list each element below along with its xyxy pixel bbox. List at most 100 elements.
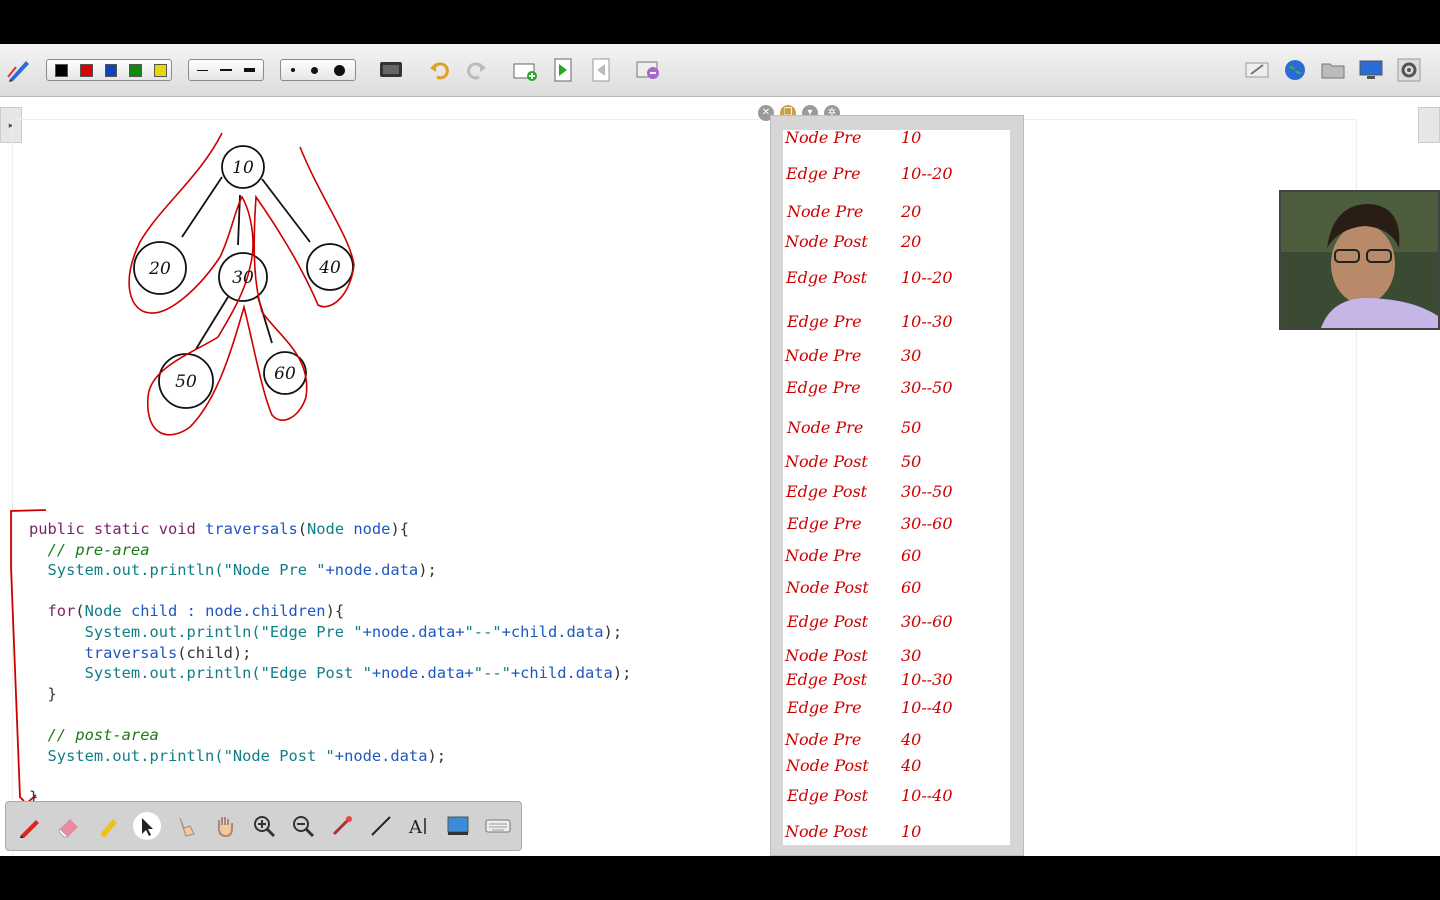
text-tool-icon[interactable]: A (406, 812, 434, 840)
next-page-icon[interactable] (550, 57, 576, 83)
pen-icon[interactable] (16, 812, 44, 840)
code-line: } (29, 684, 57, 703)
note-label: Node Post (786, 578, 869, 597)
note-label: Node Post (785, 822, 868, 841)
note-value: 40 (901, 756, 922, 775)
note-label: Node Pre (785, 730, 862, 749)
note-label: Edge Post (787, 786, 869, 805)
color-swatch[interactable] (154, 63, 167, 77)
color-swatch[interactable] (79, 63, 93, 77)
display-icon[interactable] (1358, 57, 1384, 83)
tree-node-label: 10 (232, 158, 254, 178)
dot-size-option[interactable] (291, 68, 295, 72)
note-label: Edge Post (786, 670, 868, 689)
note-value: 30--50 (901, 378, 953, 397)
previous-page-icon[interactable] (588, 57, 614, 83)
note-label: Node Pre (785, 346, 862, 365)
note-label: Node Pre (787, 418, 864, 437)
eraser-icon[interactable] (55, 812, 83, 840)
webcam-video (1279, 190, 1440, 330)
note-value: 60 (901, 578, 922, 597)
note-value: 10--40 (901, 698, 953, 717)
line-width-picker (188, 59, 264, 81)
code-line: System.out.println("Edge Post "+node.dat… (29, 664, 632, 683)
note-label: Edge Pre (786, 378, 861, 397)
zoom-out-icon[interactable] (289, 812, 317, 840)
top-toolbar (0, 44, 1440, 97)
pan-hand-icon[interactable] (211, 812, 239, 840)
edit-icon[interactable] (1244, 57, 1270, 83)
notes-panel: Node Pre 10 Edge Pre 10--20 Node Pre 20 Node P… (770, 115, 1024, 856)
keyboard-icon[interactable] (484, 812, 512, 840)
note-value: 30--60 (901, 514, 953, 533)
notes-page[interactable]: Node Pre 10 Edge Pre 10--20 Node Pre 20 Node P… (783, 128, 1010, 845)
note-label: Edge Post (786, 482, 868, 501)
dot-size-option[interactable] (334, 64, 345, 76)
dot-size-option[interactable] (311, 66, 318, 74)
note-value: 60 (901, 546, 922, 565)
note-value: 40 (901, 730, 922, 749)
note-value: 10--20 (901, 268, 953, 287)
bottom-toolbar: A (5, 801, 522, 851)
top-letterbox (0, 0, 1440, 44)
redo-icon[interactable] (464, 57, 490, 83)
bottom-letterbox (0, 856, 1440, 900)
note-value: 50 (901, 418, 922, 437)
select-arrow-icon[interactable] (133, 812, 161, 840)
code-line: for(Node child : node.children){ (29, 602, 345, 621)
color-swatch[interactable] (104, 63, 118, 77)
note-label: Edge Post (786, 268, 868, 287)
code-line: System.out.println("Node Pre "+node.data… (29, 561, 437, 580)
add-page-icon[interactable] (512, 57, 538, 83)
laser-pointer-icon[interactable] (328, 812, 356, 840)
note-label: Edge Pre (787, 312, 862, 331)
note-label: Node Post (785, 452, 868, 471)
presenter-video (1281, 192, 1438, 328)
note-label: Node Pre (787, 202, 864, 221)
note-value: 10--30 (901, 312, 953, 331)
color-swatch[interactable] (55, 63, 68, 77)
note-label: Node Pre (785, 128, 862, 147)
note-value: 30--50 (901, 482, 953, 501)
tree-node-label: 30 (232, 268, 254, 288)
settings-icon[interactable] (1396, 57, 1422, 83)
note-value: 30 (901, 646, 922, 665)
right-page-tab[interactable] (1418, 107, 1440, 143)
screen-capture-icon[interactable] (378, 57, 404, 83)
note-label: Node Post (786, 756, 869, 775)
code-block: public static void traversals(Node node)… (29, 519, 631, 807)
folder-icon[interactable] (1320, 57, 1346, 83)
line-width-option[interactable] (197, 69, 209, 71)
screen-shade-icon[interactable] (445, 812, 473, 840)
note-label: Node Post (785, 646, 868, 665)
note-value: 10--30 (901, 670, 953, 689)
whiteboard-canvas[interactable]: ▸ 10 20 30 40 50 60 public static void traver… (0, 97, 1440, 857)
pointer-hand-icon[interactable] (172, 812, 200, 840)
note-label: Edge Pre (786, 164, 861, 183)
page-sorter-icon[interactable] (636, 57, 662, 83)
undo-icon[interactable] (426, 57, 452, 83)
pen-settings-icon[interactable] (6, 57, 32, 83)
note-value: 10--40 (901, 786, 953, 805)
color-swatch[interactable] (129, 63, 143, 77)
code-line: System.out.println("Node Post "+node.dat… (29, 746, 447, 765)
highlighter-icon[interactable] (94, 812, 122, 840)
tree-node-label: 40 (318, 258, 341, 278)
note-label: Edge Post (787, 612, 869, 631)
note-value: 10 (901, 822, 922, 841)
line-width-option[interactable] (243, 68, 255, 72)
code-line: System.out.println("Edge Pre "+node.data… (29, 622, 623, 641)
line-width-option[interactable] (220, 69, 232, 71)
note-label: Node Pre (785, 546, 862, 565)
code-line: traversals(child); (29, 643, 252, 662)
note-label: Edge Pre (787, 514, 862, 533)
globe-icon[interactable] (1282, 57, 1308, 83)
note-value: 30 (901, 346, 922, 365)
note-value: 50 (901, 452, 922, 471)
note-label: Node Post (785, 232, 868, 251)
zoom-in-icon[interactable] (250, 812, 278, 840)
line-tool-icon[interactable] (367, 812, 395, 840)
note-value: 20 (901, 202, 922, 221)
